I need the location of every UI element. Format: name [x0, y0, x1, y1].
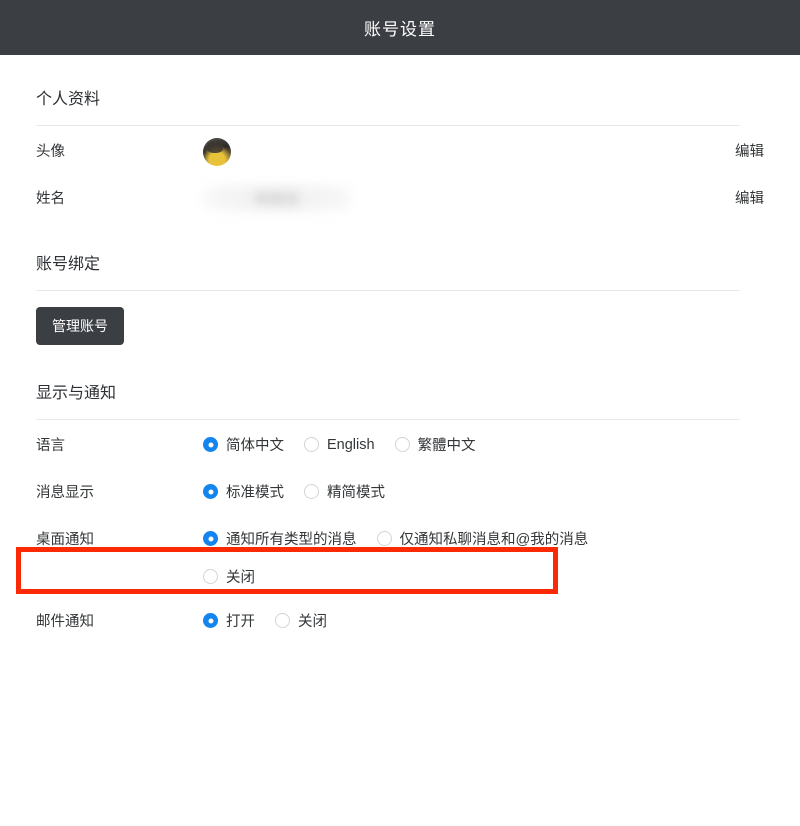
edit-name-link[interactable]: 编辑: [735, 173, 764, 208]
row-label-desktop-notification: 桌面通知: [36, 514, 203, 549]
row-message-display: 消息显示 标准模式 精简模式: [36, 467, 764, 514]
section-title-display-notifications: 显示与通知: [36, 349, 764, 419]
radio-unselected-icon: [304, 437, 319, 452]
radio-selected-icon: [203, 484, 218, 499]
section-title-profile: 个人资料: [36, 55, 764, 125]
section-profile: 个人资料 头像 编辑 姓名 朱俊言 编辑: [36, 55, 764, 220]
radio-email-notification-off[interactable]: 关闭: [275, 610, 327, 631]
radio-unselected-icon: [377, 531, 392, 546]
message-display-control: 标准模式 精简模式: [203, 467, 764, 508]
radio-label: 繁體中文: [418, 434, 476, 455]
section-display-notifications: 显示与通知 语言 简体中文 English 繁體中文: [36, 349, 764, 643]
radio-unselected-icon: [203, 569, 218, 584]
row-name: 姓名 朱俊言 编辑: [36, 173, 764, 220]
row-language: 语言 简体中文 English 繁體中文: [36, 420, 764, 467]
email-notification-control: 打开 关闭: [203, 596, 764, 637]
radio-label: 精简模式: [327, 481, 385, 502]
row-label-message-display: 消息显示: [36, 467, 203, 502]
radio-label: English: [327, 437, 375, 453]
radio-desktop-notification-off[interactable]: 关闭: [203, 566, 660, 587]
window-titlebar: 账号设置: [0, 0, 800, 55]
radio-unselected-icon: [304, 484, 319, 499]
radio-message-display-compact[interactable]: 精简模式: [304, 481, 385, 502]
radio-language-traditional-chinese[interactable]: 繁體中文: [395, 434, 476, 455]
radio-unselected-icon: [395, 437, 410, 452]
row-label-email-notification: 邮件通知: [36, 596, 203, 631]
radio-label: 关闭: [226, 566, 255, 587]
radio-group-desktop-notification: 通知所有类型的消息 仅通知私聊消息和@我的消息 关闭: [203, 522, 680, 593]
name-value-redacted: 朱俊言: [203, 183, 351, 213]
radio-desktop-notification-mentions-only[interactable]: 仅通知私聊消息和@我的消息: [377, 528, 589, 549]
radio-label: 简体中文: [226, 434, 284, 455]
row-desktop-notification: 桌面通知 通知所有类型的消息 仅通知私聊消息和@我的消息 关闭: [36, 514, 764, 596]
row-label-avatar: 头像: [36, 126, 203, 161]
radio-group-email-notification: 打开 关闭: [203, 604, 347, 637]
section-title-account-binding: 账号绑定: [36, 220, 764, 290]
radio-group-language: 简体中文 English 繁體中文: [203, 428, 496, 461]
settings-content: 个人资料 头像 编辑 姓名 朱俊言 编辑 账号绑定 管理账号 显示与通知: [0, 55, 800, 643]
manage-account-button[interactable]: 管理账号: [36, 307, 124, 345]
desktop-notification-control: 通知所有类型的消息 仅通知私聊消息和@我的消息 关闭: [203, 514, 764, 593]
row-label-language: 语言: [36, 420, 203, 455]
radio-label: 通知所有类型的消息: [226, 528, 357, 549]
radio-desktop-notification-all[interactable]: 通知所有类型的消息: [203, 528, 357, 549]
radio-label: 标准模式: [226, 481, 284, 502]
row-avatar: 头像 编辑: [36, 126, 764, 173]
edit-avatar-link[interactable]: 编辑: [735, 126, 764, 161]
radio-selected-icon: [203, 437, 218, 452]
radio-email-notification-on[interactable]: 打开: [203, 610, 255, 631]
language-control: 简体中文 English 繁體中文: [203, 420, 764, 461]
radio-group-message-display: 标准模式 精简模式: [203, 475, 405, 508]
radio-language-simplified-chinese[interactable]: 简体中文: [203, 434, 284, 455]
radio-label: 仅通知私聊消息和@我的消息: [400, 528, 589, 549]
avatar-control: [203, 126, 735, 166]
page-title: 账号设置: [364, 15, 436, 40]
radio-label: 打开: [226, 610, 255, 631]
row-label-name: 姓名: [36, 173, 203, 208]
row-email-notification: 邮件通知 打开 关闭: [36, 596, 764, 643]
radio-selected-icon: [203, 613, 218, 628]
radio-label: 关闭: [298, 610, 327, 631]
radio-language-english[interactable]: English: [304, 437, 375, 453]
section-account-binding: 账号绑定 管理账号: [36, 220, 764, 349]
name-control: 朱俊言: [203, 173, 735, 213]
radio-unselected-icon: [275, 613, 290, 628]
radio-selected-icon: [203, 531, 218, 546]
avatar[interactable]: [203, 138, 231, 166]
radio-message-display-standard[interactable]: 标准模式: [203, 481, 284, 502]
section-divider: [36, 290, 740, 291]
